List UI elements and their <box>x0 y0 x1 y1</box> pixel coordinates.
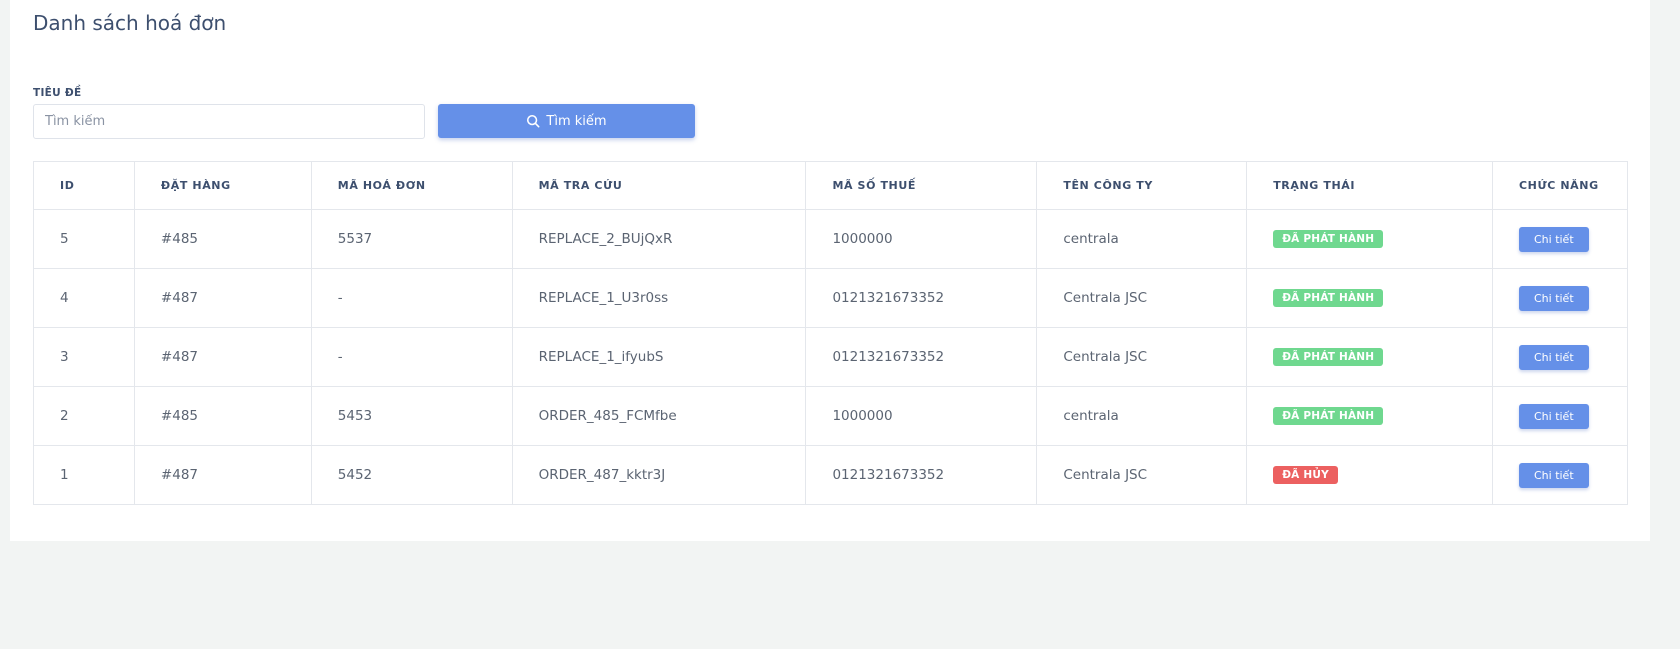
cell-lookup-code: REPLACE_1_U3r0ss <box>511 268 807 328</box>
search-button[interactable]: Tìm kiếm <box>438 104 695 138</box>
invoice-table-container: ID ĐẶT HÀNG MÃ HOÁ ĐƠN MÃ TRA CỨU MÃ SỐ … <box>33 161 1629 505</box>
cell-lookup-code: REPLACE_2_BUjQxR <box>511 209 807 269</box>
cell-status: ĐÃ PHÁT HÀNH <box>1246 327 1493 387</box>
cell-id: 1 <box>33 445 135 505</box>
search-input[interactable] <box>33 104 425 139</box>
cell-order: #485 <box>133 386 312 446</box>
page-title: Danh sách hoá đơn <box>33 11 227 35</box>
table-row: 2 #485 5453 ORDER_485_FCMfbe 1000000 cen… <box>33 386 1629 446</box>
detail-button[interactable]: Chi tiết <box>1518 344 1589 370</box>
cell-status: ĐÃ PHÁT HÀNH <box>1246 386 1493 446</box>
status-badge: ĐÃ HỦY <box>1273 466 1338 484</box>
invoice-table: ID ĐẶT HÀNG MÃ HOÁ ĐƠN MÃ TRA CỨU MÃ SỐ … <box>33 161 1629 505</box>
table-row: 3 #487 - REPLACE_1_ifyubS 0121321673352 … <box>33 327 1629 387</box>
cell-company: Centrala JSC <box>1036 327 1248 387</box>
cell-id: 4 <box>33 268 135 328</box>
cell-lookup-code: ORDER_487_kktr3J <box>511 445 807 505</box>
column-header-id: ID <box>33 161 135 210</box>
column-header-tax-code: MÃ SỐ THUẾ <box>805 161 1038 210</box>
cell-invoice-no: 5452 <box>310 445 513 505</box>
cell-order: #487 <box>133 268 312 328</box>
search-label: TIÊU ĐỀ <box>33 87 82 99</box>
invoice-list-card: Danh sách hoá đơn TIÊU ĐỀ Tìm kiếm ID <box>10 0 1650 541</box>
cell-order: #485 <box>133 209 312 269</box>
cell-tax-code: 1000000 <box>805 209 1038 269</box>
cell-actions: Chi tiết <box>1491 386 1629 446</box>
cell-actions: Chi tiết <box>1491 209 1629 269</box>
detail-button[interactable]: Chi tiết <box>1518 462 1589 488</box>
search-button-label: Tìm kiếm <box>546 113 607 129</box>
cell-actions: Chi tiết <box>1491 327 1629 387</box>
status-badge: ĐÃ PHÁT HÀNH <box>1273 348 1384 366</box>
status-badge: ĐÃ PHÁT HÀNH <box>1273 230 1384 248</box>
detail-button[interactable]: Chi tiết <box>1518 285 1589 311</box>
cell-tax-code: 0121321673352 <box>805 268 1038 328</box>
detail-button[interactable]: Chi tiết <box>1518 403 1589 429</box>
search-icon <box>527 114 540 128</box>
column-header-order: ĐẶT HÀNG <box>133 161 312 210</box>
cell-tax-code: 0121321673352 <box>805 327 1038 387</box>
cell-invoice-no: 5453 <box>310 386 513 446</box>
cell-order: #487 <box>133 327 312 387</box>
cell-company: Centrala JSC <box>1036 445 1248 505</box>
detail-button[interactable]: Chi tiết <box>1518 226 1589 252</box>
column-header-invoice-no: MÃ HOÁ ĐƠN <box>310 161 513 210</box>
table-row: 5 #485 5537 REPLACE_2_BUjQxR 1000000 cen… <box>33 209 1629 269</box>
table-row: 4 #487 - REPLACE_1_U3r0ss 0121321673352 … <box>33 268 1629 328</box>
cell-invoice-no: - <box>310 268 513 328</box>
cell-status: ĐÃ PHÁT HÀNH <box>1246 268 1493 328</box>
table-row: 1 #487 5452 ORDER_487_kktr3J 01213216733… <box>33 445 1629 505</box>
table-header-row: ID ĐẶT HÀNG MÃ HOÁ ĐƠN MÃ TRA CỨU MÃ SỐ … <box>33 161 1629 210</box>
status-badge: ĐÃ PHÁT HÀNH <box>1273 407 1384 425</box>
cell-lookup-code: ORDER_485_FCMfbe <box>511 386 807 446</box>
status-badge: ĐÃ PHÁT HÀNH <box>1273 289 1384 307</box>
column-header-actions: CHỨC NĂNG <box>1491 161 1629 210</box>
cell-lookup-code: REPLACE_1_ifyubS <box>511 327 807 387</box>
cell-tax-code: 1000000 <box>805 386 1038 446</box>
cell-id: 5 <box>33 209 135 269</box>
cell-status: ĐÃ PHÁT HÀNH <box>1246 209 1493 269</box>
cell-tax-code: 0121321673352 <box>805 445 1038 505</box>
cell-actions: Chi tiết <box>1491 445 1629 505</box>
cell-order: #487 <box>133 445 312 505</box>
cell-invoice-no: - <box>310 327 513 387</box>
cell-id: 2 <box>33 386 135 446</box>
cell-actions: Chi tiết <box>1491 268 1629 328</box>
cell-id: 3 <box>33 327 135 387</box>
cell-company: centrala <box>1036 209 1248 269</box>
column-header-company: TÊN CÔNG TY <box>1036 161 1248 210</box>
cell-invoice-no: 5537 <box>310 209 513 269</box>
cell-status: ĐÃ HỦY <box>1246 445 1493 505</box>
column-header-lookup-code: MÃ TRA CỨU <box>511 161 807 210</box>
column-header-status: TRẠNG THÁI <box>1246 161 1493 210</box>
cell-company: centrala <box>1036 386 1248 446</box>
cell-company: Centrala JSC <box>1036 268 1248 328</box>
